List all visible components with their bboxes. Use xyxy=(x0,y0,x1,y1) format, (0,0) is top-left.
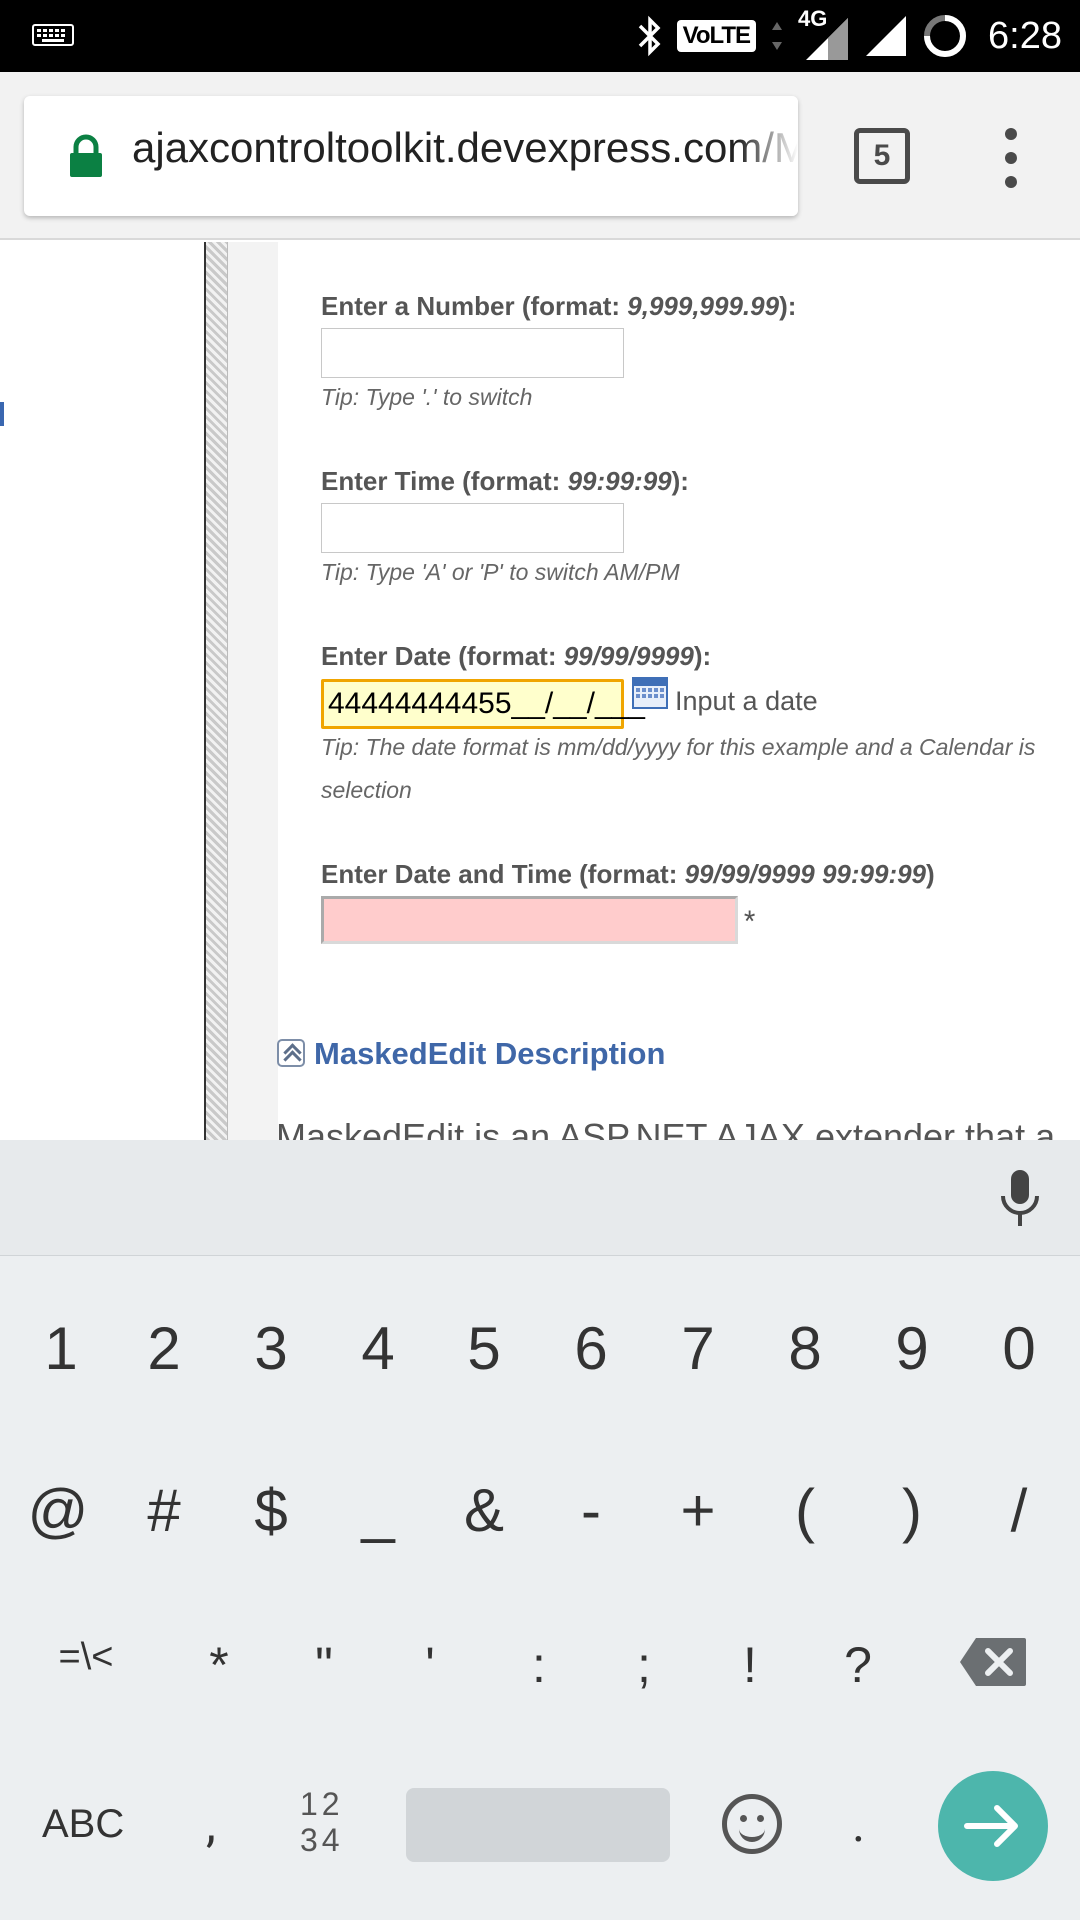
datetime-field-label: Enter Date and Time (format: 99/99/9999 … xyxy=(321,859,935,889)
key-row1-7[interactable]: 8 xyxy=(755,1314,855,1383)
key-row1-0[interactable]: 1 xyxy=(11,1314,111,1383)
data-arrows-icon xyxy=(772,22,783,50)
section-title[interactable]: MaskedEdit Description xyxy=(314,1036,665,1072)
symbols-keyboard: 1234567890 @ # $ _ & - +() / =\< * " ':;!? ABC , 1… xyxy=(0,1256,1080,1920)
keyboard-icon xyxy=(32,24,74,46)
key-row2-6[interactable]: + xyxy=(648,1476,748,1545)
key-row1-1[interactable]: 2 xyxy=(114,1314,214,1383)
number-input[interactable] xyxy=(321,328,624,378)
key-row2-8[interactable]: ) xyxy=(862,1476,962,1545)
splitter-handle[interactable] xyxy=(206,242,228,1140)
key-row3-3[interactable]: ' xyxy=(380,1636,480,1694)
key-row1-5[interactable]: 6 xyxy=(541,1314,641,1383)
browser-toolbar: ajaxcontroltoolkit.devexpress.com/Masked… xyxy=(0,72,1080,240)
url-text[interactable]: ajaxcontroltoolkit.devexpress.com/Masked… xyxy=(132,124,798,172)
key-row3-0[interactable]: =\< xyxy=(36,1636,136,1679)
tab-switcher-button[interactable]: 5 xyxy=(854,128,910,184)
time-field-label: Enter Time (format: 99:99:99): xyxy=(321,466,689,496)
number-tip: Tip: Type '.' to switch xyxy=(321,384,533,410)
calendar-icon[interactable] xyxy=(632,677,668,709)
key-row1-8[interactable]: 9 xyxy=(862,1314,962,1383)
date-field-label: Enter Date (format: 99/99/9999): xyxy=(321,641,712,671)
emoji-icon[interactable] xyxy=(722,1794,782,1854)
key-row3-1[interactable]: * xyxy=(169,1636,269,1694)
time-tip: Tip: Type 'A' or 'P' to switch AM/PM xyxy=(321,559,680,585)
enter-button[interactable] xyxy=(938,1771,1048,1881)
url-fade xyxy=(738,96,798,216)
arrow-right-icon xyxy=(964,1805,1018,1847)
status-bar: VoLTE 4G 6:28 xyxy=(0,0,1080,72)
date-tip-line1: Tip: The date format is mm/dd/yyyy for t… xyxy=(321,734,1036,760)
required-marker: * xyxy=(744,906,756,936)
overflow-menu-icon[interactable] xyxy=(996,128,1026,188)
lock-icon xyxy=(70,134,102,177)
datetime-input[interactable] xyxy=(321,896,738,944)
key-row2-5[interactable]: - xyxy=(541,1476,641,1545)
key-row1-3[interactable]: 4 xyxy=(328,1314,428,1383)
section-description: MaskedEdit is an ASP.NET AJAX extender t… xyxy=(276,1116,1056,1140)
key-row1-9[interactable]: 0 xyxy=(969,1314,1069,1383)
key-row3-6[interactable]: ! xyxy=(700,1636,800,1694)
bluetooth-icon xyxy=(638,15,661,57)
date-hint: Input a date xyxy=(675,686,818,716)
key-row1-2[interactable]: 3 xyxy=(221,1314,321,1383)
key-row3-2[interactable]: " xyxy=(274,1636,374,1694)
key-row3-5[interactable]: ; xyxy=(594,1636,694,1694)
key-row2-7[interactable]: ( xyxy=(755,1476,855,1545)
spacebar[interactable] xyxy=(406,1788,670,1862)
key-row2-1[interactable]: # xyxy=(114,1476,214,1545)
collapse-icon[interactable] xyxy=(277,1039,305,1067)
key-row2-3[interactable]: _ xyxy=(328,1476,428,1545)
key-row3-4[interactable]: : xyxy=(489,1636,589,1694)
time-input[interactable] xyxy=(321,503,624,553)
web-content: Enter a Number (format: 9,999,999.99): T… xyxy=(0,242,1080,1140)
key-row1-6[interactable]: 7 xyxy=(648,1314,748,1383)
signal-4g-icon: 4G xyxy=(798,6,850,64)
numpad-key[interactable]: 12 34 xyxy=(300,1786,344,1858)
abc-key[interactable]: ABC xyxy=(42,1802,124,1847)
signal-icon xyxy=(866,16,907,56)
clock: 6:28 xyxy=(988,14,1062,57)
volte-badge: VoLTE xyxy=(676,20,757,52)
backspace-icon[interactable] xyxy=(958,1636,1028,1688)
key-row2-9[interactable]: / xyxy=(969,1476,1069,1545)
date-input[interactable]: 44444444455__/__/___ xyxy=(321,679,645,729)
key-row1-4[interactable]: 5 xyxy=(434,1314,534,1383)
key-row2-0[interactable]: @ xyxy=(8,1476,108,1545)
comma-key[interactable]: , xyxy=(206,1796,216,1854)
key-row2-2[interactable]: $ xyxy=(221,1476,321,1545)
address-bar[interactable]: ajaxcontroltoolkit.devexpress.com/Masked… xyxy=(24,96,798,216)
key-row3-7[interactable]: ? xyxy=(808,1636,908,1694)
battery-icon xyxy=(924,15,967,57)
period-key[interactable]: . xyxy=(852,1796,865,1854)
nav-link-fragment[interactable] xyxy=(0,402,4,426)
suggestion-strip xyxy=(0,1140,1080,1256)
number-field-label: Enter a Number (format: 9,999,999.99): xyxy=(321,291,797,321)
date-tip-line2: selection xyxy=(321,777,412,803)
key-row2-4[interactable]: & xyxy=(434,1476,534,1545)
microphone-icon[interactable] xyxy=(998,1168,1042,1230)
